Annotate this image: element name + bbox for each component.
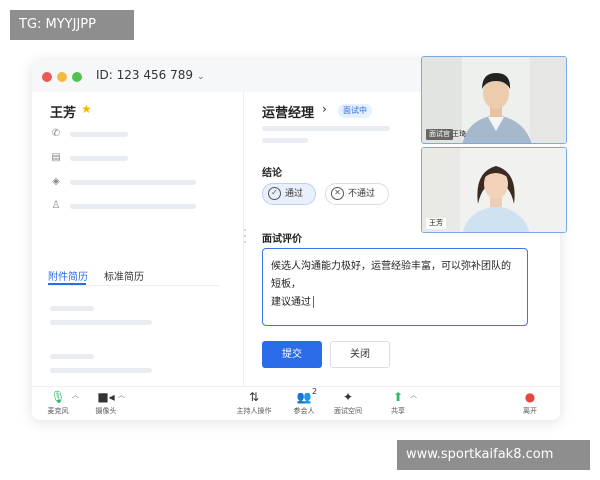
star-icon[interactable]: ★ — [81, 102, 92, 116]
evaluation-textarea[interactable]: 候选人沟通能力极好，运营经验丰富，可以弥补团队的短板， 建议通过 — [262, 248, 528, 326]
subtitle-placeholder — [262, 138, 308, 143]
leave-button[interactable]: ● 离开 — [508, 389, 552, 416]
resume-placeholder-line — [50, 354, 94, 359]
candidate-name: 王芳 — [50, 106, 77, 121]
pass-option[interactable]: ✓ 通过 — [262, 183, 316, 205]
education-icon: ◈ — [52, 176, 60, 187]
interviewer-name-label: 王琦 — [452, 130, 466, 138]
watermark-bottom: www.sportkaifak8.com — [397, 440, 590, 470]
participants-icon: 👥 — [296, 390, 312, 404]
user-placeholder — [70, 204, 196, 209]
subtitle-placeholder — [262, 126, 390, 131]
host-actions-label: 主持人操作 — [236, 407, 272, 415]
mic-label: 麦克风 — [47, 407, 69, 415]
participants-button[interactable]: 👥 参会人 — [282, 389, 326, 416]
participants-count: 2 — [312, 387, 318, 396]
minimize-window-button[interactable] — [57, 72, 67, 82]
status-badge: 面试中 — [338, 104, 372, 118]
chevron-right-icon[interactable]: › — [322, 102, 327, 116]
interviewer-role-badge: 面试官 — [426, 129, 453, 140]
hang-up-icon: ● — [524, 390, 536, 404]
x-circle-icon: ✕ — [331, 187, 344, 200]
maximize-window-button[interactable] — [72, 72, 82, 82]
pass-label: 通过 — [285, 189, 304, 199]
meeting-id-text: ID: 123 456 789 — [96, 68, 193, 82]
camera-options-caret[interactable]: ︿ — [118, 390, 125, 400]
meeting-id-dropdown[interactable]: ID: 123 456 789 ⌄ — [96, 68, 205, 82]
evaluation-label: 面试评价 — [262, 234, 302, 245]
document-icon: ▤ — [51, 152, 61, 163]
evaluation-text-line-1: 候选人沟通能力极好，运营经验丰富，可以弥补团队的短板， — [271, 261, 511, 290]
fail-label: 不通过 — [348, 189, 376, 199]
education-placeholder — [70, 180, 196, 185]
tab-standard-resume[interactable]: 标准简历 — [104, 268, 144, 283]
resume-placeholder-line — [50, 320, 152, 325]
active-tab-indicator — [48, 283, 86, 285]
leave-label: 离开 — [523, 407, 537, 415]
meeting-toolbar: 🎙 麦克风 ︿ ■◂ 摄像头 ︿ ⇅ 主持人操作 👥 参会人 2 ✦ 面试空间 — [32, 386, 560, 420]
host-actions-button[interactable]: ⇅ 主持人操作 — [232, 389, 276, 416]
document-placeholder — [70, 156, 128, 161]
interviewer-video-tile[interactable]: 面试官 王琦 — [421, 56, 567, 144]
participants-label: 参会人 — [293, 407, 315, 415]
resume-placeholder-line — [50, 368, 152, 373]
host-controls-icon: ⇅ — [248, 390, 260, 404]
submit-button[interactable]: 提交 — [262, 341, 322, 368]
tab-divider — [48, 285, 220, 286]
candidate-video-tile[interactable]: 王芳 — [421, 147, 567, 233]
screenshot: TG: MYYJJPP ID: 123 456 789 ⌄ 王芳 ★ ✆ ▤ ◈ … — [0, 0, 600, 480]
mic-options-caret[interactable]: ︿ — [72, 390, 79, 400]
candidate-video-name: 王芳 — [426, 218, 446, 229]
candidate-panel: 王芳 ★ ✆ ▤ ◈ ♙ 附件简历 标准简历 — [32, 92, 244, 386]
share-label: 共享 — [391, 407, 405, 415]
share-options-caret[interactable]: ︿ — [410, 390, 417, 400]
camera-label: 摄像头 — [95, 407, 117, 415]
close-button[interactable]: 关闭 — [330, 341, 390, 368]
fail-option[interactable]: ✕ 不通过 — [325, 183, 389, 205]
conclusion-label: 结论 — [262, 168, 282, 179]
close-window-button[interactable] — [42, 72, 52, 82]
text-caret — [313, 296, 314, 308]
phone-icon: ✆ — [51, 128, 61, 139]
interview-space-label: 面试空间 — [334, 407, 362, 415]
chevron-down-icon: ⌄ — [196, 72, 205, 82]
interview-space-icon: ✦ — [342, 390, 354, 404]
tab-attached-resume[interactable]: 附件简历 — [48, 268, 88, 283]
phone-placeholder — [70, 132, 128, 137]
resume-placeholder-line — [50, 306, 94, 311]
evaluation-text-line-2: 建议通过 — [271, 297, 311, 308]
user-icon: ♙ — [51, 200, 61, 211]
interview-space-button[interactable]: ✦ 面试空间 — [326, 389, 370, 416]
check-circle-icon: ✓ — [268, 187, 281, 200]
watermark-top: TG: MYYJJPP — [10, 10, 134, 40]
job-title: 运营经理 — [262, 106, 315, 121]
